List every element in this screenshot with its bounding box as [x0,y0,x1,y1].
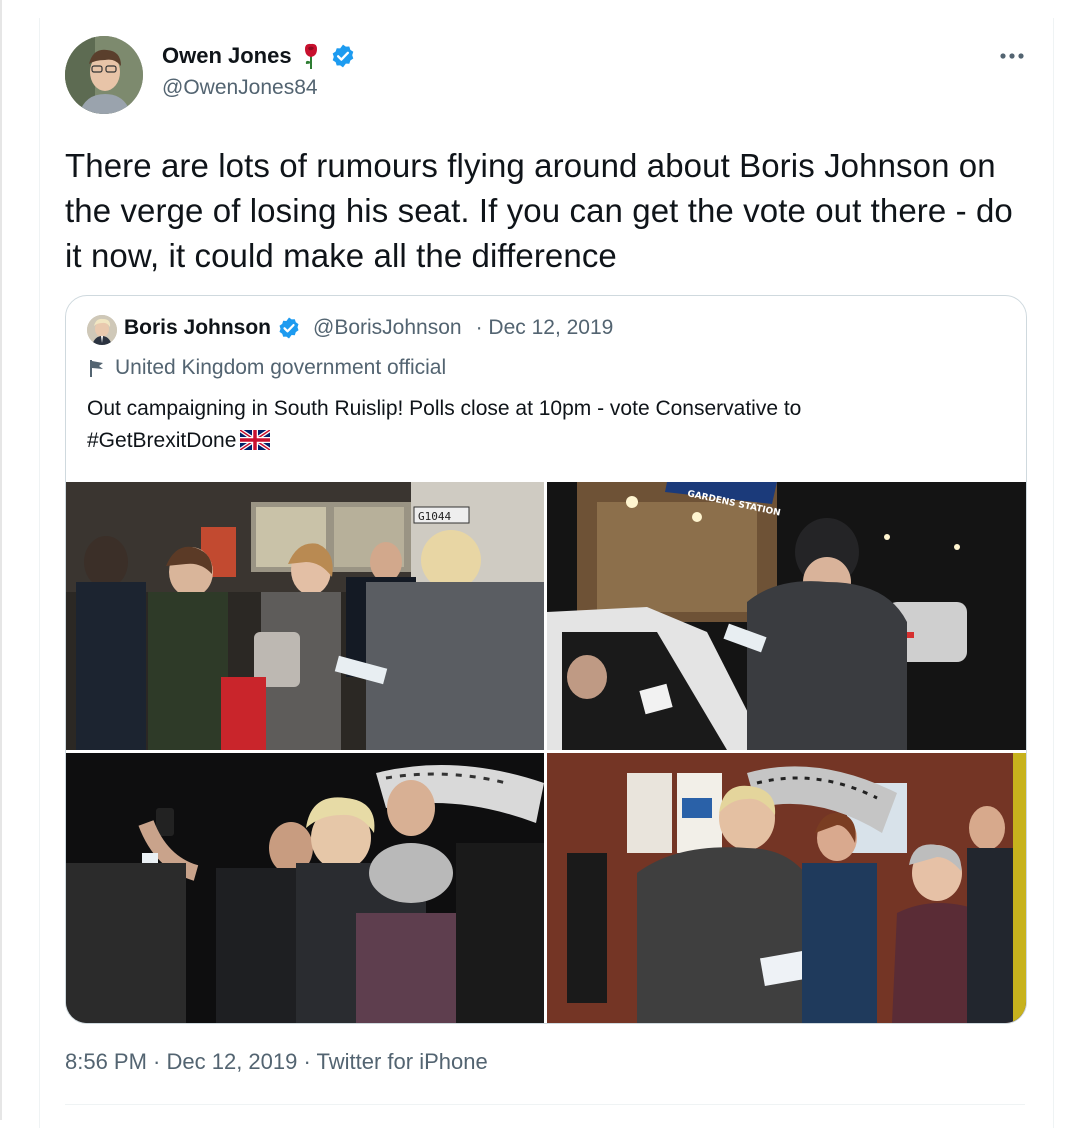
author-name-row[interactable]: Owen Jones [162,42,356,70]
quoted-author-handle[interactable]: @BorisJohnson [313,316,462,340]
photo-grid: G1044 GARDENS STATION [66,482,1026,1023]
government-flag-icon [87,358,107,378]
quoted-text: Out campaigning in South Ruislip! Polls … [87,393,987,457]
quoted-header: Boris Johnson @BorisJohnson · Dec 12, 20… [124,316,613,340]
tweet-footer: 8:56 PM · Dec 12, 2019 · Twitter for iPh… [65,1049,488,1075]
tweet-time[interactable]: 8:56 PM [65,1049,147,1074]
photo-underground-platform[interactable] [547,753,1026,1023]
author-avatar[interactable] [65,36,143,114]
quoted-date[interactable]: · Dec 12, 2019 [476,316,614,340]
government-label[interactable]: United Kingdom government official [87,356,446,380]
author-name[interactable]: Owen Jones [162,43,292,69]
photo-sign-text: G1044 [418,510,451,523]
more-options-icon[interactable] [994,46,1030,66]
photo-station-entrance[interactable]: G1044 [66,482,544,750]
government-label-text: United Kingdom government official [115,356,447,379]
author-handle[interactable]: @OwenJones84 [162,76,318,100]
quoted-text-line1: Out campaigning in South Ruislip! Polls … [87,397,802,420]
footer-divider [65,1104,1025,1105]
hashtag-link[interactable]: #GetBrexitDone [87,429,236,452]
uk-flag-icon [239,428,272,452]
verified-badge-icon [330,43,356,69]
photo-car-window[interactable]: GARDENS STATION [547,482,1026,750]
quoted-tweet[interactable]: Boris Johnson @BorisJohnson · Dec 12, 20… [65,295,1027,1024]
photo-selfie[interactable] [66,753,544,1023]
footer-separator-2: · [297,1049,317,1074]
tweet-text: There are lots of rumours flying around … [65,147,1013,274]
quoted-author-name[interactable]: Boris Johnson [124,316,271,340]
quoted-author-avatar[interactable] [87,315,117,345]
left-edge-line [0,0,2,1120]
footer-separator: · [146,1049,167,1074]
tweet-source[interactable]: Twitter for iPhone [317,1049,488,1074]
tweet-date[interactable]: Dec 12, 2019 [167,1049,298,1074]
quoted-verified-badge-icon [277,316,301,340]
red-rose-icon [300,42,322,70]
